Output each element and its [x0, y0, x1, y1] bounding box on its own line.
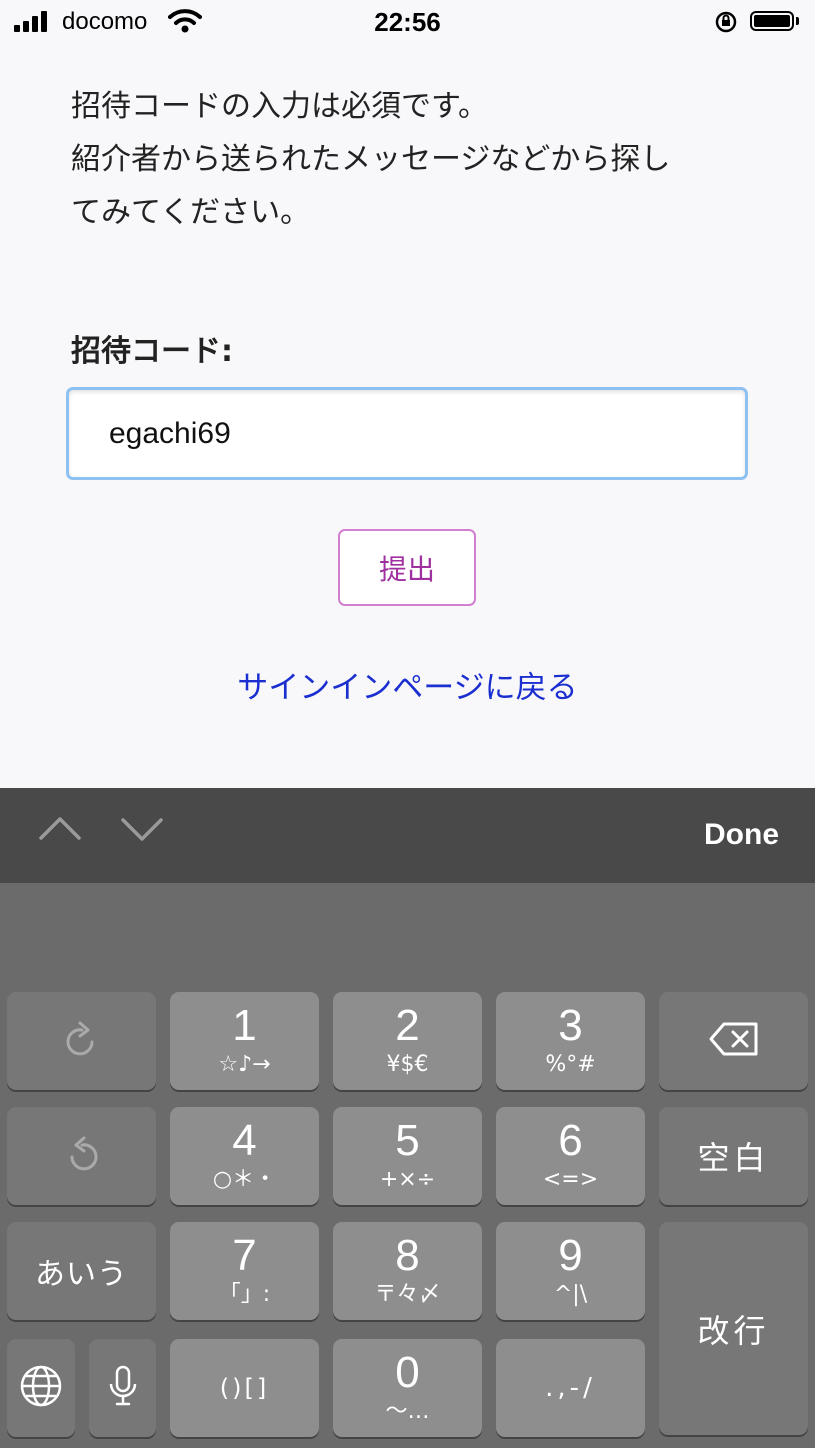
key-9-symbols: ^|\ — [553, 1282, 588, 1307]
key-1[interactable]: 1 ☆♪→ — [170, 992, 319, 1090]
return-key[interactable]: 改行 — [659, 1222, 808, 1435]
key-2[interactable]: 2 ¥$€ — [333, 992, 482, 1090]
key-5[interactable]: 5 +×÷ — [333, 1107, 482, 1205]
key-6-symbols: <=> — [542, 1167, 599, 1192]
battery-icon — [750, 11, 794, 31]
key-4-symbols: ○＊・ — [212, 1167, 277, 1192]
brackets-key[interactable]: ()[] — [170, 1339, 319, 1437]
microphone-key[interactable] — [89, 1339, 156, 1437]
clock: 22:56 — [374, 7, 441, 37]
key-0[interactable]: 0 〜… — [333, 1339, 482, 1437]
status-bar: docomo 22:56 — [0, 0, 815, 46]
globe-key[interactable] — [7, 1339, 75, 1437]
intro-line: てみてください。 — [71, 195, 311, 230]
key-7-number: 7 — [232, 1231, 257, 1280]
globe-icon — [18, 1363, 64, 1413]
key-8-symbols: 〒々〆 — [374, 1282, 441, 1307]
key-3-symbols: %°# — [545, 1052, 596, 1077]
redo-icon — [62, 1018, 102, 1064]
undo-icon — [62, 1133, 102, 1179]
key-7-symbols: 「」: — [218, 1282, 271, 1307]
undo-key[interactable] — [7, 1107, 156, 1205]
kana-key-label: あいう — [35, 1257, 128, 1292]
key-5-symbols: +×÷ — [379, 1167, 436, 1192]
return-key-label: 改行 — [697, 1311, 770, 1350]
punctuation-key[interactable]: .,-/ — [496, 1339, 645, 1437]
kana-key[interactable]: あいう — [7, 1222, 156, 1320]
numeric-keyboard: 1 ☆♪→ 2 ¥$€ 3 %°# 4 ○＊・ 5 +×÷ 6 <=> 空白 あ… — [0, 883, 815, 1448]
battery-cap — [796, 17, 799, 25]
invite-code-input[interactable] — [66, 387, 748, 480]
intro-line: 紹介者から送られたメッセージなどから探し — [71, 142, 671, 177]
back-to-signin-link[interactable]: サインインページに戻る — [0, 662, 815, 707]
done-button[interactable]: Done — [704, 818, 779, 852]
redo-key[interactable] — [7, 992, 156, 1090]
submit-button[interactable]: 提出 — [338, 529, 476, 606]
backspace-icon — [708, 1021, 760, 1061]
key-4-number: 4 — [232, 1116, 257, 1165]
intro-text: 招待コードの入力は必須です。 紹介者から送られたメッセージなどから探し てみてく… — [71, 80, 751, 239]
invite-code-label: 招待コード: — [71, 334, 233, 369]
chevron-down-icon[interactable] — [120, 814, 164, 848]
key-4[interactable]: 4 ○＊・ — [170, 1107, 319, 1205]
microphone-icon — [108, 1364, 138, 1412]
key-7[interactable]: 7 「」: — [170, 1222, 319, 1320]
space-key-label: 空白 — [697, 1139, 770, 1177]
keyboard-accessory-bar: Done — [0, 788, 815, 883]
intro-line: 招待コードの入力は必須です。 — [71, 89, 488, 124]
key-2-number: 2 — [395, 1001, 420, 1050]
key-6[interactable]: 6 <=> — [496, 1107, 645, 1205]
key-5-number: 5 — [395, 1116, 420, 1165]
key-3-number: 3 — [558, 1001, 583, 1050]
space-key[interactable]: 空白 — [659, 1107, 808, 1205]
key-6-number: 6 — [558, 1116, 583, 1165]
key-8-number: 8 — [395, 1231, 420, 1280]
key-2-symbols: ¥$€ — [386, 1052, 429, 1077]
backspace-key[interactable] — [659, 992, 808, 1090]
punctuation-key-label: .,-/ — [545, 1373, 596, 1403]
invite-code-form: 招待コードの入力は必須です。 紹介者から送られたメッセージなどから探し てみてく… — [0, 46, 815, 788]
brackets-key-label: ()[] — [219, 1374, 270, 1402]
key-9-number: 9 — [558, 1231, 583, 1280]
key-9[interactable]: 9 ^|\ — [496, 1222, 645, 1320]
key-0-number: 0 — [395, 1348, 420, 1397]
rotation-lock-icon — [714, 10, 738, 38]
key-1-symbols: ☆♪→ — [218, 1052, 271, 1077]
key-8[interactable]: 8 〒々〆 — [333, 1222, 482, 1320]
key-1-number: 1 — [232, 1001, 257, 1050]
key-3[interactable]: 3 %°# — [496, 992, 645, 1090]
key-0-symbols: 〜… — [385, 1399, 430, 1424]
chevron-up-icon[interactable] — [38, 814, 82, 848]
